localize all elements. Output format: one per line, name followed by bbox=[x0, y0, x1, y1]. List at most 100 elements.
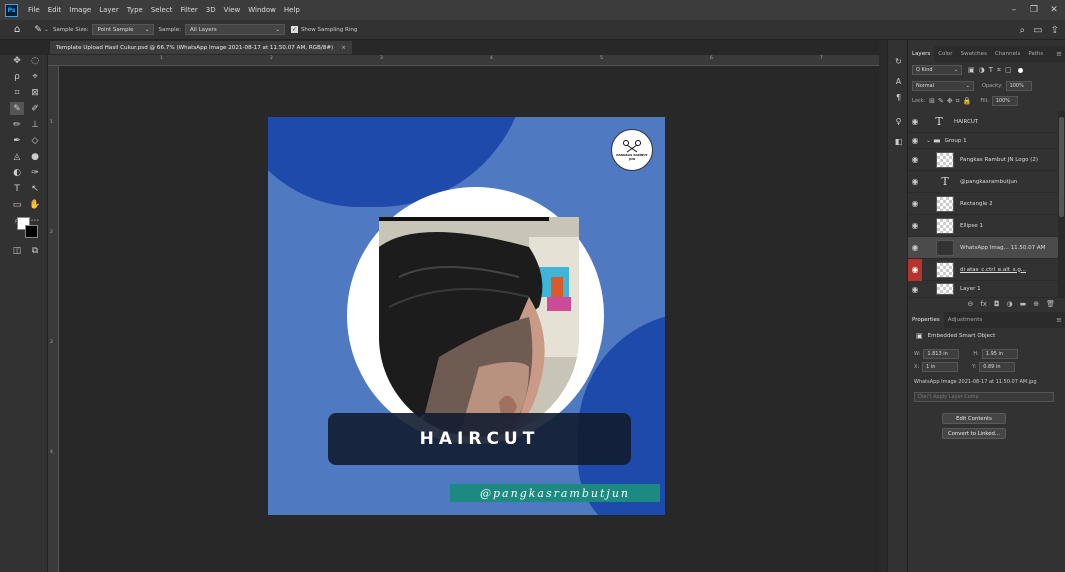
document-canvas[interactable]: HAIRCUT @pangkasrambutjun PANGKAS RAMBUT… bbox=[268, 117, 665, 515]
document-tab-close-icon[interactable]: × bbox=[341, 45, 346, 51]
menu-edit[interactable]: Edit bbox=[44, 6, 66, 14]
lasso-tool-icon[interactable]: ρ bbox=[10, 70, 24, 83]
healing-brush-icon[interactable]: ✐ bbox=[28, 102, 42, 115]
history-brush-icon[interactable]: ✒ bbox=[10, 134, 24, 147]
layer-row-group[interactable]: ◉ ⌄ ▬ Group 1 bbox=[908, 133, 1058, 149]
visibility-eye-icon[interactable]: ◉ bbox=[908, 171, 922, 193]
learn-panel-icon[interactable]: ♀ bbox=[893, 116, 904, 127]
screen-mode-icon[interactable]: ⧉ bbox=[28, 244, 42, 257]
path-selection-icon[interactable]: ↖ bbox=[28, 182, 42, 195]
filter-toggle-icon[interactable] bbox=[1017, 67, 1023, 73]
visibility-eye-icon[interactable]: ◉ bbox=[908, 193, 922, 215]
menu-3d[interactable]: 3D bbox=[202, 6, 220, 14]
sample-size-dropdown[interactable]: Point Sample ⌄ bbox=[92, 24, 155, 35]
history-panel-icon[interactable]: ↻ bbox=[893, 56, 904, 67]
visibility-eye-icon[interactable]: ◉ bbox=[908, 281, 922, 298]
object-selection-icon[interactable]: ⌖ bbox=[28, 70, 42, 83]
menu-filter[interactable]: Filter bbox=[176, 6, 201, 14]
layer-row-handle-text[interactable]: ◉ T @pangkasrambutjun bbox=[908, 171, 1058, 193]
layer-row-whatsapp-image[interactable]: ◉ WhatsApp Imag... 11.50.07 AM bbox=[908, 237, 1058, 259]
eyedropper-icon[interactable]: ✎ bbox=[10, 102, 24, 115]
menu-select[interactable]: Select bbox=[147, 6, 177, 14]
quick-mask-icon[interactable]: ◫ bbox=[10, 244, 24, 257]
blur-tool-icon[interactable]: ● bbox=[28, 150, 42, 163]
layer-row-rectangle[interactable]: ◉ Rectangle 2 bbox=[908, 193, 1058, 215]
properties-panel-icon[interactable]: ◧ bbox=[893, 136, 904, 147]
mask-icon[interactable]: ◘ bbox=[994, 300, 1000, 308]
pen-tool-icon[interactable]: ✑ bbox=[28, 166, 42, 179]
visibility-eye-icon[interactable]: ◉ bbox=[908, 215, 922, 237]
menu-layer[interactable]: Layer bbox=[95, 6, 123, 14]
sample-dropdown[interactable]: All Layers ⌄ bbox=[184, 24, 285, 35]
tab-adjustments[interactable]: Adjustments bbox=[944, 312, 986, 328]
layers-scrollbar-thumb[interactable] bbox=[1059, 117, 1064, 217]
share-icon[interactable]: ⇪ bbox=[1051, 25, 1059, 36]
visibility-eye-icon[interactable]: ◉ bbox=[908, 237, 922, 259]
show-sampling-ring-checkbox[interactable]: ✓ bbox=[290, 26, 298, 33]
stamp-tool-icon[interactable]: ⊥ bbox=[28, 118, 42, 131]
tab-color[interactable]: Color bbox=[934, 46, 956, 62]
chevron-down-icon[interactable]: ⌄ bbox=[926, 137, 931, 144]
background-color-swatch[interactable] bbox=[25, 225, 38, 238]
layers-scrollbar[interactable] bbox=[1058, 111, 1065, 298]
canvas-vertical-scrollbar[interactable] bbox=[879, 40, 887, 572]
chevron-down-icon[interactable]: ⌄ bbox=[44, 26, 49, 33]
edit-contents-button[interactable]: Edit Contents bbox=[942, 413, 1006, 424]
lock-icons[interactable]: ⊞✎✥⌗🔒 bbox=[929, 97, 974, 106]
menu-file[interactable]: File bbox=[24, 6, 44, 14]
menu-type[interactable]: Type bbox=[123, 6, 147, 14]
menu-view[interactable]: View bbox=[220, 6, 245, 14]
visibility-eye-icon[interactable]: ◉ bbox=[908, 258, 922, 281]
tab-channels[interactable]: Channels bbox=[991, 46, 1024, 62]
workspace-icon[interactable]: ▭ bbox=[1033, 25, 1042, 36]
home-icon[interactable]: ⌂ bbox=[14, 24, 20, 35]
blend-mode-dropdown[interactable]: Normal ⌄ bbox=[912, 81, 974, 91]
brush-tool-icon[interactable]: ✏ bbox=[10, 118, 24, 131]
new-layer-icon[interactable]: ⊕ bbox=[1033, 300, 1039, 308]
tab-swatches[interactable]: Swatches bbox=[957, 46, 991, 62]
visibility-eye-icon[interactable]: ◉ bbox=[908, 149, 922, 171]
character-panel-icon[interactable]: A bbox=[893, 76, 904, 87]
crop-tool-icon[interactable]: ⌗ bbox=[10, 86, 24, 99]
convert-to-linked-button[interactable]: Convert to Linked... bbox=[942, 428, 1006, 439]
rectangle-tool-icon[interactable]: ▭ bbox=[10, 198, 24, 211]
fill-input[interactable]: 100% bbox=[991, 96, 1018, 106]
marquee-tool-icon[interactable]: ◌ bbox=[28, 54, 42, 67]
tab-properties[interactable]: Properties bbox=[908, 312, 944, 328]
opacity-input[interactable]: 100% bbox=[1005, 81, 1032, 91]
tab-layers[interactable]: Layers bbox=[908, 46, 935, 62]
visibility-eye-icon[interactable]: ◉ bbox=[908, 111, 922, 133]
eraser-tool-icon[interactable]: ◇ bbox=[28, 134, 42, 147]
paragraph-panel-icon[interactable]: ¶ bbox=[893, 92, 904, 103]
fx-icon[interactable]: fx bbox=[980, 300, 987, 308]
height-input[interactable]: 1.95 in bbox=[981, 349, 1018, 359]
layer-row-logo[interactable]: ◉ Pangkas Rambut JN Logo (2) bbox=[908, 149, 1058, 171]
layer-comp-dropdown[interactable]: Don't Apply Layer Comp bbox=[914, 392, 1054, 402]
move-tool-icon[interactable]: ✥ bbox=[10, 54, 24, 67]
filter-type-icons[interactable]: ▣◑T⌗▢ bbox=[968, 66, 1016, 75]
tab-paths[interactable]: Paths bbox=[1024, 46, 1047, 62]
y-input[interactable]: 0.89 in bbox=[979, 362, 1016, 372]
trash-icon[interactable]: 🗑 bbox=[1046, 300, 1055, 308]
hand-tool-icon[interactable]: ✋ bbox=[28, 198, 42, 211]
frame-tool-icon[interactable]: ⊠ bbox=[28, 86, 42, 99]
layer-row-haircut[interactable]: ◉ T HAIRCUT bbox=[908, 111, 1058, 133]
layer-row-layer-1[interactable]: ◉ Layer 1 bbox=[908, 281, 1058, 298]
panel-menu-icon[interactable]: ≡ bbox=[1056, 50, 1062, 58]
paint-bucket-icon[interactable]: ◬ bbox=[10, 150, 24, 163]
type-tool-icon[interactable]: T bbox=[10, 182, 24, 195]
minimize-button[interactable]: – bbox=[1004, 0, 1024, 20]
panel-menu-icon[interactable]: ≡ bbox=[1056, 316, 1062, 324]
document-tab[interactable]: Template Upload Hasil Cukur.psd @ 66.7% … bbox=[50, 41, 352, 54]
layer-row-di-atas[interactable]: ◉ di atas_c.ctrl_e.alt_s.g... bbox=[908, 258, 1058, 281]
search-icon[interactable]: ⌕ bbox=[1020, 25, 1026, 36]
restore-button[interactable]: ❐ bbox=[1024, 0, 1044, 20]
dodge-tool-icon[interactable]: ◐ bbox=[10, 166, 24, 179]
menu-help[interactable]: Help bbox=[280, 6, 304, 14]
menu-image[interactable]: Image bbox=[65, 6, 95, 14]
new-group-icon[interactable]: ▬ bbox=[1020, 300, 1027, 308]
width-input[interactable]: 1.813 in bbox=[923, 349, 960, 359]
visibility-eye-icon[interactable]: ◉ bbox=[908, 133, 922, 149]
eyedropper-tool-icon[interactable]: ✎ bbox=[34, 25, 42, 35]
close-button[interactable]: ✕ bbox=[1044, 0, 1064, 20]
